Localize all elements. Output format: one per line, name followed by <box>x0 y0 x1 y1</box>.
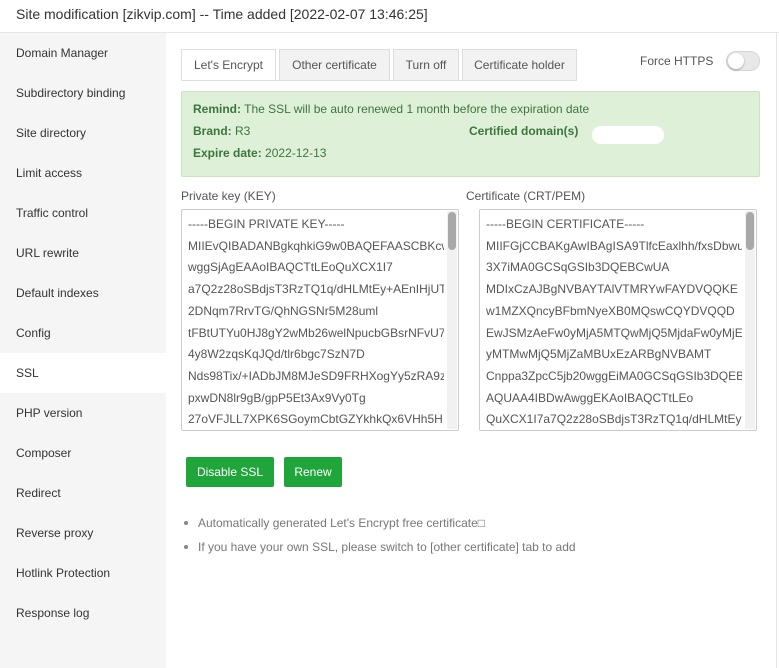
cert-line: yMTMwMjQ5MjZaMBUxEzARBgNVBAMT <box>486 347 712 362</box>
sidebar-item-site-directory[interactable]: Site directory <box>0 113 166 153</box>
sidebar-item-hotlink-protection[interactable]: Hotlink Protection <box>0 553 166 593</box>
note-text: Automatically generated Let's Encrypt fr… <box>198 516 486 530</box>
private-key-textarea[interactable]: -----BEGIN PRIVATE KEY----- MIIEvQIBADAN… <box>181 209 459 431</box>
dialog-titlebar: Site modification [zikvip.com] -- Time a… <box>0 0 779 33</box>
brand-row: Brand: R3 <box>193 124 250 138</box>
cert-line: MIIFGjCCBAKgAwIBAgISA9TlfcEaxlhh/fxsDbwu <box>486 238 742 253</box>
cert-line: EwJSMzAeFw0yMjA5MTQwMjQ5MjdaFw0yMjE <box>486 325 742 340</box>
remind-label: Remind: <box>193 102 241 116</box>
key-line: MIIEvQIBADANBgkqhkiG9w0BAQEFAASCBKcwggSj… <box>188 238 444 253</box>
scrollbar-thumb[interactable] <box>448 212 456 250</box>
key-line: 27oVFJLL7XPK6SGoymCbtGZYkhkQx6VHh5H <box>188 412 443 427</box>
certified-domain-row: Certified domain(s) <box>469 124 578 138</box>
sidebar-item-composer[interactable]: Composer <box>0 433 166 473</box>
expire-row: Expire date: 2022-12-13 <box>193 146 326 160</box>
ssl-notes: Automatically generated Let's Encrypt fr… <box>184 515 576 563</box>
cert-line: -----BEGIN CERTIFICATE----- <box>486 217 645 231</box>
ssl-info-box: Remind: The SSL will be auto renewed 1 m… <box>181 91 760 177</box>
certificate-scrollbar[interactable] <box>745 211 755 429</box>
sidebar-item-php-version[interactable]: PHP version <box>0 393 166 433</box>
ssl-panel: Let's Encrypt Other certificate Turn off… <box>166 33 779 668</box>
tab-lets-encrypt[interactable]: Let's Encrypt <box>181 49 276 81</box>
sidebar-item-limit-access[interactable]: Limit access <box>0 153 166 193</box>
scrollbar-thumb[interactable] <box>746 212 754 250</box>
cert-line: QuXCX1I7a7Q2z28oSBdjsT3RzTQ1q/dHLMtEy <box>486 412 742 427</box>
key-line: tFBtUTYu0HJ8gY2wMb26welNpucbGBsrNFvU7 <box>188 325 444 340</box>
certificate-text: -----BEGIN CERTIFICATE----- MIIFGjCCBAKg… <box>486 214 742 430</box>
key-line: wggSjAgEAAoIBAQCTtLEoQuXCX1I7 <box>188 260 393 275</box>
private-key-label: Private key (KEY) <box>181 189 276 203</box>
sidebar-item-default-indexes[interactable]: Default indexes <box>0 273 166 313</box>
private-key-text: -----BEGIN PRIVATE KEY----- MIIEvQIBADAN… <box>188 214 444 430</box>
brand-label: Brand: <box>193 124 232 138</box>
certificate-textarea[interactable]: -----BEGIN CERTIFICATE----- MIIFGjCCBAKg… <box>479 209 757 431</box>
tab-certificate-holder[interactable]: Certificate holder <box>462 49 577 80</box>
key-line: 4y8W2zqsKqJQd/tlr6bgc7SzN7D <box>188 347 365 362</box>
tab-other-certificate[interactable]: Other certificate <box>279 49 390 80</box>
sidebar-item-domain-manager[interactable]: Domain Manager <box>0 33 166 73</box>
sidebar-item-traffic-control[interactable]: Traffic control <box>0 193 166 233</box>
remind-row: Remind: The SSL will be auto renewed 1 m… <box>193 102 589 116</box>
disable-ssl-button[interactable]: Disable SSL <box>186 457 274 487</box>
certified-domain-label: Certified domain(s) <box>469 124 579 138</box>
key-line: 2DNqm7RrvTG/QhNGSNr5M28uml <box>188 303 379 318</box>
cert-line: MDIxCzAJBgNVBAYTAlVTMRYwFAYDVQQKE <box>486 282 738 297</box>
key-line: pxwDN8lr9gB/gpP5Et3Ax9Vy0Tg <box>188 390 366 405</box>
cert-line: 3X7iMA0GCSqGSIb3DQEBCwUA <box>486 260 670 275</box>
sidebar-item-url-rewrite[interactable]: URL rewrite <box>0 233 166 273</box>
dialog-title: Site modification [zikvip.com] -- Time a… <box>16 6 428 22</box>
sidebar-item-ssl[interactable]: SSL <box>0 353 166 393</box>
key-line: -----BEGIN PRIVATE KEY----- <box>188 217 345 231</box>
cert-line: w1MZXQncyBFbmNyeXB0MQswCQYDVQQD <box>486 303 735 318</box>
force-https-toggle[interactable] <box>726 51 760 71</box>
tab-turn-off[interactable]: Turn off <box>393 49 459 80</box>
sidebar-item-reverse-proxy[interactable]: Reverse proxy <box>0 513 166 553</box>
sidebar-item-config[interactable]: Config <box>0 313 166 353</box>
cert-line: Cnppa3ZpcC5jb20wggEiMA0GCSqGSIb3DQEB <box>486 368 742 383</box>
tab-divider <box>181 80 577 81</box>
cert-line: AQUAA4IBDwAwggEKAoIBAQCTtLEo <box>486 390 694 405</box>
note-text: If you have your own SSL, please switch … <box>198 540 576 554</box>
certificate-label: Certificate (CRT/PEM) <box>466 189 586 203</box>
expire-value: 2022-12-13 <box>265 146 327 160</box>
private-key-scrollbar[interactable] <box>447 211 457 429</box>
brand-value: R3 <box>235 124 251 138</box>
expire-label: Expire date: <box>193 146 262 160</box>
sidebar-item-subdirectory-binding[interactable]: Subdirectory binding <box>0 73 166 113</box>
renew-button[interactable]: Renew <box>284 457 342 487</box>
settings-sidebar: Domain Manager Subdirectory binding Site… <box>0 33 166 668</box>
key-line: a7Q2z28oSBdjsT3RzTQ1q/dHLMtEy+AEnIHjUT <box>188 282 444 297</box>
bullet-icon <box>184 545 188 549</box>
key-line: Nds98Tix/+IADbJM8MJeSD9FRHXogYy5zRA9z <box>188 368 444 383</box>
list-item: If you have your own SSL, please switch … <box>184 539 576 563</box>
sidebar-item-response-log[interactable]: Response log <box>0 593 166 633</box>
remind-text: The SSL will be auto renewed 1 month bef… <box>244 102 590 116</box>
list-item: Automatically generated Let's Encrypt fr… <box>184 515 576 539</box>
force-https-label: Force HTTPS <box>640 54 714 68</box>
sidebar-item-redirect[interactable]: Redirect <box>0 473 166 513</box>
toggle-knob <box>728 53 744 69</box>
bullet-icon <box>184 521 188 525</box>
redacted-domain <box>592 126 664 144</box>
